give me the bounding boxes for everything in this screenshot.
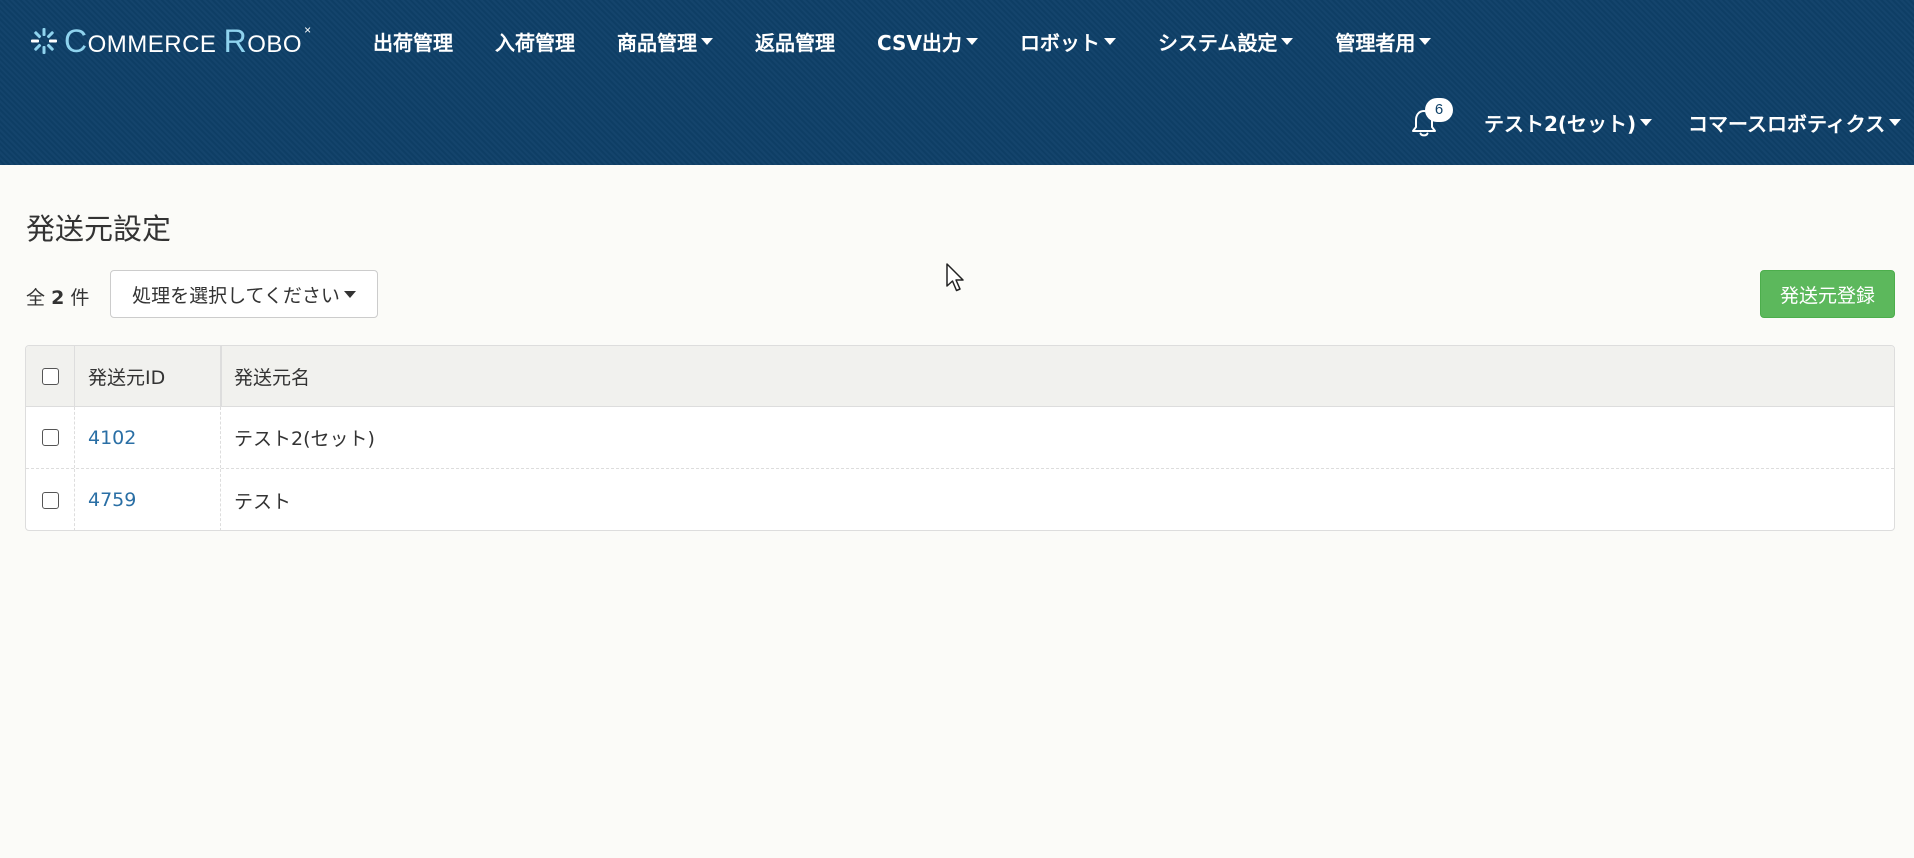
header-checkbox-cell [26,346,74,406]
caret-down-icon [701,37,713,45]
record-count: 全 2 件 [26,283,89,310]
notification-count-badge[interactable]: 6 [1425,98,1453,122]
menu-admin-label: 管理者用 [1335,30,1416,55]
menu-csv-export-label: CSV出力 [877,30,962,55]
column-divider [74,407,75,468]
column-divider [220,407,221,468]
table-header: 発送元ID 発送元名 [26,346,1894,407]
record-count-prefix: 全 [26,287,46,309]
menu-products[interactable]: 商品管理 [617,27,713,56]
sender-id-link[interactable]: 4759 [88,489,136,511]
sender-id-cell: 4759 [74,469,220,530]
sender-table: 発送元ID 発送元名 4102 テスト2(セット) 4759 テスト [25,345,1895,531]
row-checkbox-cell [26,407,74,468]
main-menu: 出荷管理 入荷管理 商品管理 返品管理 CSV出力 ロボット システム設定 管理… [373,22,1473,60]
logo-superscript: × [304,22,312,37]
menu-shipping[interactable]: 出荷管理 [373,27,453,56]
column-divider [220,469,221,530]
record-count-suffix: 件 [70,287,90,309]
caret-down-icon [1103,37,1116,45]
caret-down-icon [1281,37,1294,45]
company-menu[interactable]: コマースロボティクス [1688,108,1902,137]
menu-robot[interactable]: ロボット [1020,27,1116,56]
register-sender-button[interactable]: 発送元登録 [1760,270,1895,318]
record-count-value: 2 [51,287,65,309]
caret-down-icon [1419,37,1432,45]
company-menu-label: コマースロボティクス [1688,112,1886,136]
page-title: 発送元設定 [26,212,172,246]
caret-down-icon [1889,119,1902,126]
menu-admin[interactable]: 管理者用 [1335,27,1432,56]
menu-shipping-label: 出荷管理 [373,30,453,55]
shop-menu[interactable]: テスト2(セット) [1484,108,1653,137]
column-divider [74,469,75,530]
menu-system-settings-label: システム設定 [1157,30,1278,55]
sender-name-cell: テスト2(セット) [234,428,375,450]
sender-id-cell: 4102 [74,407,220,468]
logo-mark-icon [31,28,57,54]
menu-products-label: 商品管理 [617,30,697,55]
menu-returns-label: 返品管理 [755,30,835,55]
row-checkbox[interactable] [41,429,59,446]
header-name: 発送元名 [234,366,311,389]
logo-text: COMMERCE ROBO× [64,23,312,60]
menu-csv-export[interactable]: CSV出力 [877,27,978,56]
column-resize-handle[interactable] [220,346,222,406]
header-id: 発送元ID [88,366,166,389]
select-all-checkbox[interactable] [41,367,59,385]
row-checkbox[interactable] [41,491,59,509]
mouse-pointer-icon [946,263,964,292]
top-navbar: COMMERCE ROBO× 出荷管理 入荷管理 商品管理 返品管理 CSV出力… [0,0,1914,165]
caret-down-icon [1640,119,1653,126]
bulk-action-select[interactable]: 処理を選択してください [110,270,378,318]
menu-system-settings[interactable]: システム設定 [1157,27,1294,56]
logo-initial-c: C [64,22,88,59]
logo-word-robo: OBO [247,30,303,58]
menu-returns[interactable]: 返品管理 [755,27,835,56]
sender-id-link[interactable]: 4102 [88,427,136,449]
menu-robot-label: ロボット [1019,30,1100,55]
caret-down-icon [343,290,356,298]
table-row: 4759 テスト [26,469,1894,530]
menu-receiving-label: 入荷管理 [495,30,575,55]
logo-initial-r: R [223,22,248,59]
logo-word-commerce: OMMERCE [87,30,224,58]
table-row: 4102 テスト2(セット) [26,407,1894,469]
caret-down-icon [965,37,978,45]
bulk-action-select-label: 処理を選択してください [132,284,340,307]
column-divider [74,346,75,406]
logo[interactable]: COMMERCE ROBO× [30,22,312,60]
row-checkbox-cell [26,469,74,530]
shop-menu-label: テスト2(セット) [1484,112,1637,136]
sender-name-cell: テスト [234,490,292,513]
menu-receiving[interactable]: 入荷管理 [495,27,575,56]
